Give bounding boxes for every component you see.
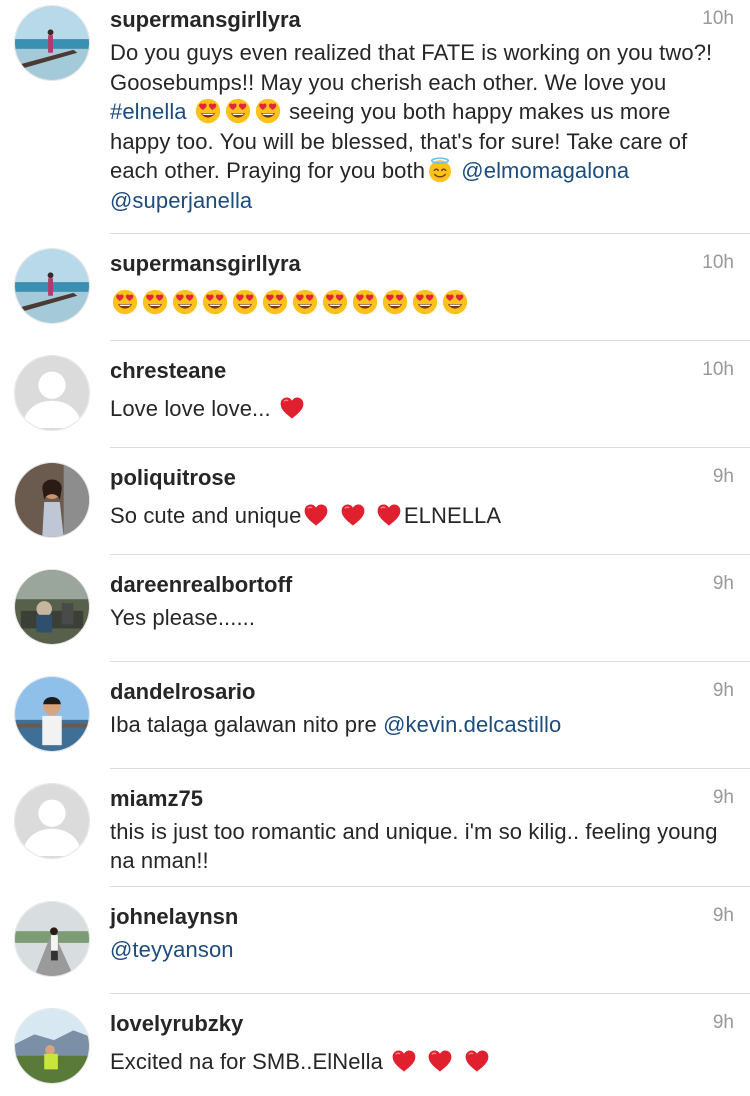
username[interactable]: johnelaynsn (110, 904, 238, 930)
red-heart-emoji-icon (303, 502, 329, 528)
user-avatar[interactable] (14, 569, 90, 645)
comment-text-part: So cute and unique (110, 503, 302, 528)
heart-eyes-emoji-icon (442, 289, 468, 315)
user-avatar[interactable] (14, 901, 90, 977)
timestamp: 9h (712, 905, 734, 926)
comment-text-part: Yes please...... (110, 605, 256, 630)
username[interactable]: lovelyrubzky (110, 1011, 243, 1037)
user-avatar[interactable] (14, 5, 90, 81)
comment-item: dandelrosario 9h Iba talaga galawan nito… (0, 662, 750, 768)
comment-text: @teyyanson (110, 935, 735, 964)
timestamp: 10h (702, 359, 734, 380)
username[interactable]: chresteane (110, 358, 226, 384)
username[interactable]: dandelrosario (110, 679, 255, 705)
user-avatar[interactable] (14, 676, 90, 752)
timestamp: 10h (702, 8, 734, 29)
red-heart-emoji-icon (340, 502, 366, 528)
heart-eyes-emoji-icon (382, 289, 408, 315)
mention-link[interactable]: @kevin.delcastillo (383, 712, 561, 737)
red-heart-emoji-icon (391, 1048, 417, 1074)
comment-text-part: ELNELLA (403, 503, 502, 528)
timestamp: 9h (712, 1012, 734, 1033)
heart-eyes-emoji-icon (255, 98, 281, 124)
username[interactable]: supermansgirllyra (110, 251, 301, 277)
timestamp: 9h (712, 466, 734, 487)
heart-eyes-emoji-icon (112, 289, 138, 315)
comment-item: lovelyrubzky 9h Excited na for SMB..ElNe… (0, 994, 750, 1096)
comment-text-part: this is just too romantic and unique. i'… (110, 819, 718, 873)
mention-link[interactable]: @superjanella (110, 188, 252, 213)
comment-item: poliquitrose 9h So cute and unique ELNEL… (0, 448, 750, 554)
user-avatar[interactable] (14, 248, 90, 324)
heart-eyes-emoji-icon (172, 289, 198, 315)
comment-item: chresteane 10h Love love love... (0, 341, 750, 447)
comment-text: this is just too romantic and unique. i'… (110, 817, 735, 875)
comment-item: miamz75 9h this is just too romantic and… (0, 769, 750, 886)
comment-item: supermansgirllyra 10h Do you guys even r… (0, 0, 750, 233)
heart-eyes-emoji-icon (262, 289, 288, 315)
comment-text: Iba talaga galawan nito pre @kevin.delca… (110, 710, 735, 739)
hashtag-link[interactable]: #elnella (110, 99, 187, 124)
comment-text-part: Love love love... (110, 396, 277, 421)
user-avatar[interactable] (14, 355, 90, 431)
heart-eyes-emoji-icon (202, 289, 228, 315)
heart-eyes-emoji-icon (195, 98, 221, 124)
comment-text (110, 288, 735, 317)
smiling-halo-emoji-icon (427, 157, 453, 183)
comment-text-part: Do you guys even realized that FATE is w… (110, 40, 713, 95)
comment-text-part: Iba talaga galawan nito pre (110, 712, 384, 737)
comment-text: Love love love... (110, 394, 735, 423)
heart-eyes-emoji-icon (225, 98, 251, 124)
username[interactable]: supermansgirllyra (110, 7, 301, 33)
username[interactable]: miamz75 (110, 786, 203, 812)
user-avatar[interactable] (14, 462, 90, 538)
red-heart-emoji-icon (464, 1048, 490, 1074)
red-heart-emoji-icon (427, 1048, 453, 1074)
user-avatar[interactable] (14, 783, 90, 859)
heart-eyes-emoji-icon (142, 289, 168, 315)
username[interactable]: dareenrealbortoff (110, 572, 292, 598)
comment-item: dareenrealbortoff 9h Yes please...... (0, 555, 750, 661)
heart-eyes-emoji-icon (322, 289, 348, 315)
timestamp: 9h (712, 787, 734, 808)
red-heart-emoji-icon (279, 395, 305, 421)
heart-eyes-emoji-icon (232, 289, 258, 315)
comment-text: So cute and unique ELNELLA (110, 501, 735, 530)
comment-text-part: Excited na for SMB..ElNella (110, 1049, 383, 1074)
red-heart-emoji-icon (376, 502, 402, 528)
timestamp: 9h (712, 680, 734, 701)
comment-text: Yes please...... (110, 603, 735, 632)
heart-eyes-emoji-icon (292, 289, 318, 315)
heart-eyes-emoji-icon (352, 289, 378, 315)
comment-item: johnelaynsn 9h @teyyanson (0, 887, 750, 993)
username[interactable]: poliquitrose (110, 465, 236, 491)
comment-text: Excited na for SMB..ElNella (110, 1047, 735, 1076)
timestamp: 10h (702, 252, 734, 273)
comment-item: supermansgirllyra 10h (0, 234, 750, 340)
heart-eyes-emoji-icon (412, 289, 438, 315)
mention-link[interactable]: @elmomagalona (461, 158, 629, 183)
comment-text: Do you guys even realized that FATE is w… (110, 38, 735, 215)
mention-link[interactable]: @teyyanson (110, 937, 234, 962)
timestamp: 9h (712, 573, 734, 594)
user-avatar[interactable] (14, 1008, 90, 1084)
